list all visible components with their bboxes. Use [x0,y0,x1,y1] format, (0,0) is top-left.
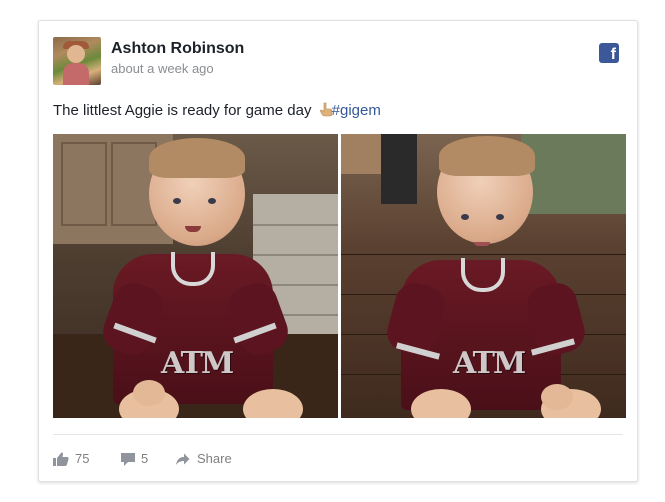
avatar[interactable] [53,37,101,85]
photo-grid: ATM ATM [53,134,626,418]
like-count: 75 [75,451,90,466]
comment-count: 5 [141,451,149,466]
jersey-logo: ATM [161,346,234,381]
photo-left[interactable]: ATM [53,134,338,418]
comment-icon [121,453,135,466]
share-arrow-icon [176,453,190,465]
author-name[interactable]: Ashton Robinson [111,40,244,58]
hashtag-link[interactable]: #gigem [332,102,381,119]
photo-right[interactable]: ATM [341,134,626,418]
jersey-logo: ATM [453,346,526,381]
share-label: Share [197,451,232,466]
post-text: The littlest Aggie is ready for game day… [53,101,623,119]
thumbs-up-icon [53,452,69,466]
post-text-body: The littlest Aggie is ready for game day [53,102,316,119]
post-header: Ashton Robinson about a week ago f [53,37,623,87]
post-timestamp[interactable]: about a week ago [111,61,214,76]
actions-divider [53,434,623,435]
finger-pointing-up-emoji-icon [318,101,332,117]
facebook-icon[interactable]: f [599,43,619,63]
post-card: Ashton Robinson about a week ago f The l… [38,20,638,482]
